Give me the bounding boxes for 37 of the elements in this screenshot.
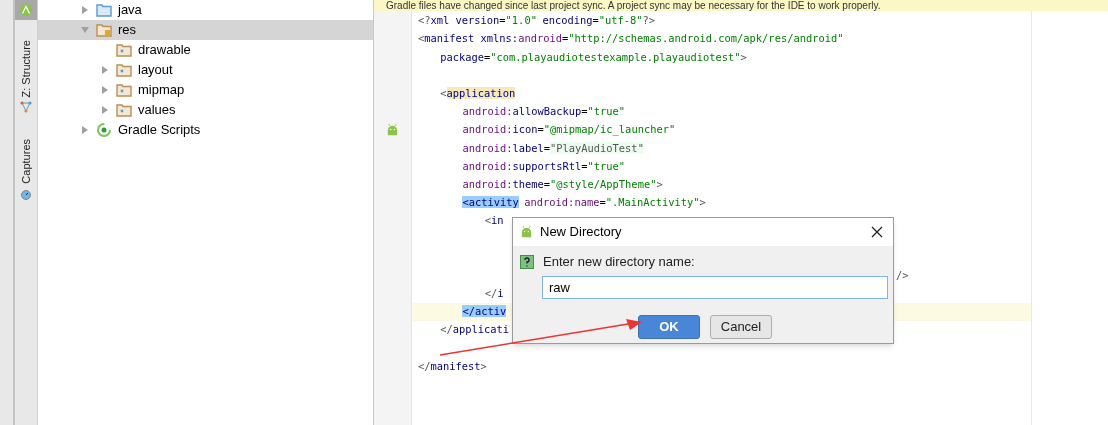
code-line: <application xyxy=(439,86,516,102)
code-line: android:theme="@style/AppTheme"> xyxy=(461,176,663,192)
tree-item-label: mipmap xyxy=(138,81,185,100)
code-line: android:allowBackup="true" xyxy=(461,104,626,120)
code-line: <?xml version="1.0" encoding="utf-8"?> xyxy=(418,13,656,29)
tree-item[interactable]: Gradle Scripts xyxy=(38,120,373,140)
tool-window-tab[interactable]: Z: Structure xyxy=(17,40,35,114)
tool-window-tab[interactable]: Captures xyxy=(17,139,35,201)
tree-item-label: layout xyxy=(138,61,173,80)
code-line: <activity android:name=".MainActivity"> xyxy=(461,195,706,211)
tree-item-label: drawable xyxy=(138,41,191,60)
tree-item[interactable]: res xyxy=(38,20,373,40)
tree-item-label: java xyxy=(118,1,142,20)
tree-item-label: values xyxy=(138,101,176,120)
tree-item-label: res xyxy=(118,21,137,40)
sync-banner: Gradle files have changed since last project sync. A project sync may be necessary for the IDE to work properly. xyxy=(374,0,1108,11)
code-line: android:label="PlayAudioTest" xyxy=(461,140,644,156)
code-line: </applicati xyxy=(439,322,510,338)
tree-item-label: Gradle Scripts xyxy=(118,121,201,140)
tree-item[interactable]: layout xyxy=(38,60,373,80)
code-line: </manifest> xyxy=(418,358,487,374)
ok-button[interactable]: OK xyxy=(638,314,700,339)
code-line: android:icon="@mipmap/ic_launcher" xyxy=(461,122,676,138)
directory-name-field[interactable]: raw xyxy=(542,275,888,299)
code-line: package="com.playaudiotestexample.playaudiotest"> xyxy=(439,49,747,65)
code-line: <manifest xmlns:android="http://schemas.android.com/apk/res/android" xyxy=(418,31,844,47)
code-line: android:supportsRtl="true" xyxy=(461,158,626,174)
prompt-label: Enter new directory name: xyxy=(543,253,695,271)
code-line: /> xyxy=(896,267,909,283)
tree-item[interactable]: java xyxy=(38,0,373,20)
dialog-title: New Directory xyxy=(540,223,623,242)
tree-item[interactable]: mipmap xyxy=(38,80,373,100)
tree-item[interactable]: drawable xyxy=(38,40,373,60)
tree-item[interactable]: values xyxy=(38,100,373,120)
cancel-button[interactable]: Cancel xyxy=(710,314,772,339)
code-line: <in xyxy=(483,213,504,229)
code-line: </i xyxy=(483,286,504,302)
